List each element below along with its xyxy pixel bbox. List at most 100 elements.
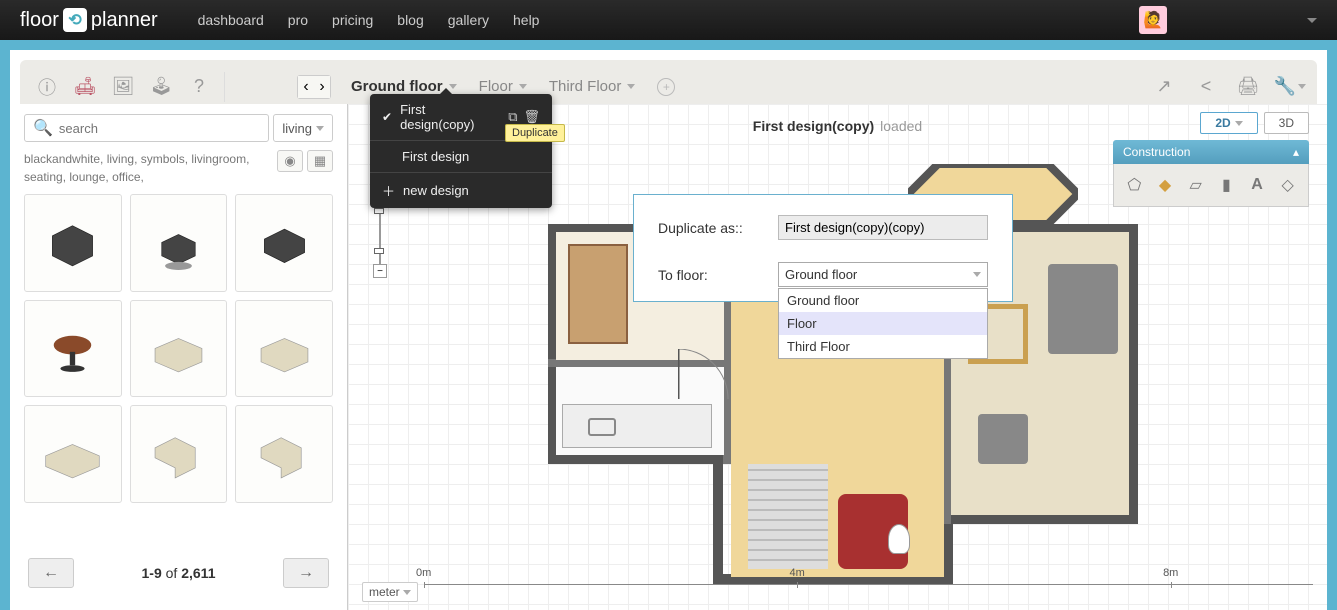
furniture-icon[interactable]: 🛋: [72, 74, 98, 100]
view-toggle: 2D 3D: [1200, 112, 1309, 134]
design-menu-item[interactable]: First design: [370, 141, 552, 173]
info-icon[interactable]: ⓘ: [34, 74, 60, 100]
surface-tool-icon[interactable]: ◇: [1275, 172, 1300, 198]
main-area: ⓘ 🛋 🖼 🕹 ? ‹ › Ground floor Floor Third F…: [10, 50, 1327, 610]
floor-option[interactable]: Floor: [779, 312, 987, 335]
duplicate-floor-label: To floor:: [658, 267, 778, 283]
tag-cloud[interactable]: blackandwhite, living, symbols, livingro…: [24, 150, 277, 186]
furniture-item[interactable]: [235, 300, 333, 398]
floor-tabs: Ground floor Floor Third Floor +: [351, 78, 675, 96]
unit-select[interactable]: meter: [362, 582, 418, 602]
print-icon[interactable]: 🖨: [1235, 74, 1261, 100]
photo-icon[interactable]: 🖼: [110, 74, 136, 100]
search-box[interactable]: 🔍: [24, 114, 269, 142]
pager-next-button[interactable]: →: [283, 558, 329, 588]
top-nav: floor ⟲ planner dashboard pro pricing bl…: [0, 0, 1337, 40]
ruler: meter 0m 4m 8m: [362, 580, 1313, 604]
history-nav: ‹ ›: [297, 75, 331, 99]
furniture-item[interactable]: [24, 194, 122, 292]
avatar[interactable]: 🙋: [1139, 6, 1167, 34]
duplicate-floor-select[interactable]: Ground floor: [778, 262, 988, 287]
chevron-down-icon: [973, 272, 981, 277]
floor-tab-label: Floor: [479, 78, 513, 95]
nav-gallery[interactable]: gallery: [448, 12, 489, 28]
floor-option[interactable]: Ground floor: [779, 289, 987, 312]
furniture-item[interactable]: [130, 300, 228, 398]
furniture-item[interactable]: [235, 405, 333, 503]
add-floor-button[interactable]: +: [657, 78, 675, 96]
furniture-grid: [24, 194, 333, 503]
nav-next-icon[interactable]: ›: [314, 76, 330, 98]
zoom-thumb[interactable]: [374, 208, 384, 214]
pager-status: 1-9 of 2,611: [142, 565, 216, 581]
check-icon: ✔: [382, 110, 392, 124]
logo-icon: ⟲: [63, 8, 87, 32]
pager: ← 1-9 of 2,611 →: [24, 546, 333, 600]
construction-panel: Construction ▴ ⬠ ◆ ▱ ▮ A ◇: [1113, 140, 1309, 207]
view-2d-icon[interactable]: ▦: [307, 150, 333, 172]
furniture-item[interactable]: [24, 405, 122, 503]
wall-tool-icon[interactable]: ▱: [1183, 172, 1208, 198]
floor-options-list: Ground floor Floor Third Floor: [778, 288, 988, 359]
search-icon: 🔍: [33, 118, 53, 138]
construction-header[interactable]: Construction ▴: [1113, 140, 1309, 164]
help-icon[interactable]: ?: [186, 74, 212, 100]
floor-option[interactable]: Third Floor: [779, 335, 987, 358]
view-2d-button[interactable]: 2D: [1200, 112, 1257, 134]
new-design-label: new design: [403, 183, 469, 198]
plus-icon: ＋: [382, 181, 395, 200]
nav-pro[interactable]: pro: [288, 12, 308, 28]
logo-text-left: floor: [20, 9, 59, 32]
room-tool-icon[interactable]: ⬠: [1122, 172, 1147, 198]
search-input[interactable]: [59, 121, 260, 136]
tooltip: Duplicate: [505, 124, 565, 142]
delete-icon[interactable]: 🗑: [523, 109, 540, 125]
nav-dashboard[interactable]: dashboard: [198, 12, 264, 28]
category-select[interactable]: living: [273, 114, 333, 142]
category-label: living: [282, 121, 312, 136]
nav-help[interactable]: help: [513, 12, 539, 28]
zoom-thumb[interactable]: [374, 248, 384, 254]
text-tool-icon[interactable]: A: [1245, 172, 1270, 198]
furniture-item[interactable]: [235, 194, 333, 292]
separator: [224, 72, 225, 102]
floor-tab-label: Ground floor: [351, 78, 443, 95]
duplicate-name-input[interactable]: [778, 215, 988, 240]
chevron-down-icon: [519, 84, 527, 89]
chevron-down-icon: [316, 126, 324, 131]
canvas-title: First design(copy)loaded: [753, 118, 922, 134]
furniture-item[interactable]: [24, 300, 122, 398]
sidebar: 🔍 living blackandwhite, living, symbols,…: [10, 104, 348, 610]
user-area[interactable]: 🙋: [1139, 6, 1317, 34]
logo-text-right: planner: [91, 9, 158, 32]
chevron-down-icon: [403, 590, 411, 595]
floor-tab-floor[interactable]: Floor: [479, 78, 527, 95]
view-3d-button[interactable]: 3D: [1264, 112, 1309, 134]
furniture-item[interactable]: [130, 194, 228, 292]
joystick-icon[interactable]: 🕹: [148, 74, 174, 100]
export-icon[interactable]: ↗: [1151, 74, 1177, 100]
view-3d-icon[interactable]: ◉: [277, 150, 303, 172]
door-tool-icon[interactable]: ▮: [1214, 172, 1239, 198]
design-item-label: First design: [402, 149, 469, 164]
chevron-down-icon: [1235, 121, 1243, 126]
floor-tab-third[interactable]: Third Floor: [549, 78, 636, 95]
nav-pricing[interactable]: pricing: [332, 12, 373, 28]
chevron-down-icon: [627, 84, 635, 89]
floor-tab-label: Third Floor: [549, 78, 622, 95]
collapse-icon: ▴: [1293, 145, 1299, 159]
user-dropdown-icon[interactable]: [1307, 18, 1317, 23]
nav-blog[interactable]: blog: [397, 12, 423, 28]
nav-links: dashboard pro pricing blog gallery help: [198, 12, 540, 28]
zoom-out-button[interactable]: −: [373, 264, 387, 278]
pager-prev-button[interactable]: ←: [28, 558, 74, 588]
furniture-item[interactable]: [130, 405, 228, 503]
duplicate-icon[interactable]: ⧉: [508, 109, 517, 125]
new-design-item[interactable]: ＋ new design: [370, 173, 552, 208]
logo[interactable]: floor ⟲ planner: [20, 8, 158, 32]
settings-icon[interactable]: 🔧: [1277, 74, 1303, 100]
share-icon[interactable]: <: [1193, 74, 1219, 100]
design-item-label: First design(copy): [400, 102, 500, 132]
nav-prev-icon[interactable]: ‹: [298, 76, 314, 98]
floor-tool-icon[interactable]: ◆: [1153, 172, 1178, 198]
